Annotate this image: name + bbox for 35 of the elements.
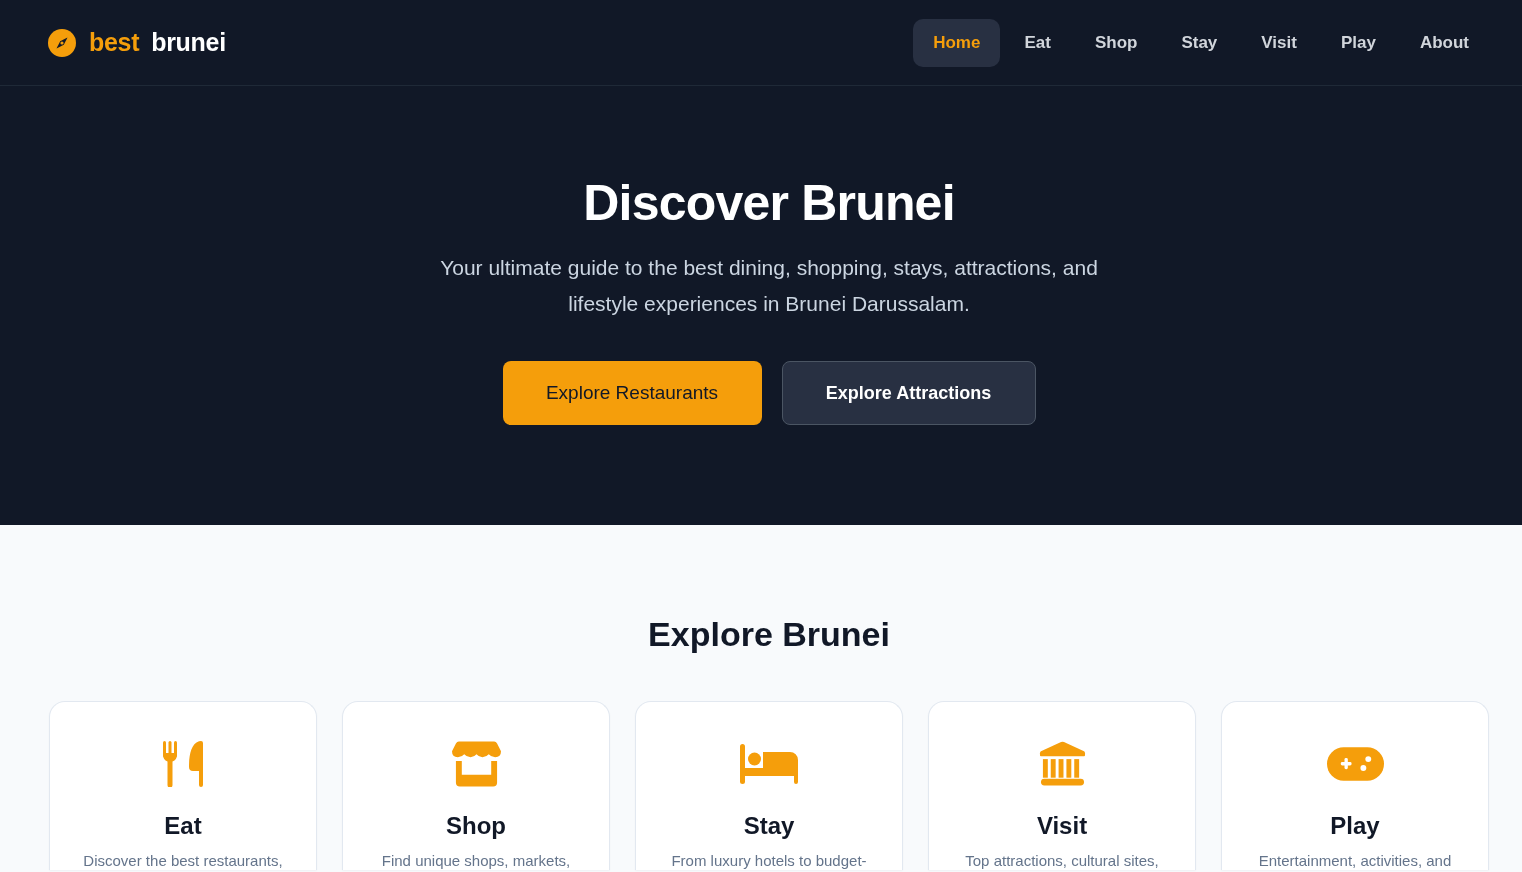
storefront-icon	[451, 741, 501, 787]
explore-restaurants-button[interactable]: Explore Restaurants	[502, 361, 762, 425]
hero-title: Discover Brunei	[583, 174, 955, 233]
category-card[interactable]: Visit Top attractions, cultural sites,	[928, 701, 1196, 870]
card-title: Play	[1330, 811, 1380, 841]
hero-subtitle: Your ultimate guide to the best dining, shopping, stays, attractions, and lifestyle experiences in Brunei Darussalam.	[439, 255, 1099, 317]
nav-link[interactable]: Shop	[1074, 18, 1158, 67]
card-description: Entertainment, activities, and	[1258, 852, 1452, 870]
card-description: From luxury hotels to budget-	[671, 852, 867, 870]
card-description: Top attractions, cultural sites,	[965, 852, 1159, 870]
nav-link[interactable]: Play	[1320, 18, 1396, 67]
card-title: Shop	[446, 811, 506, 841]
card-description: Discover the best restaurants,	[83, 852, 283, 870]
card-title: Stay	[743, 811, 795, 841]
card-description: Find unique shops, markets,	[381, 852, 571, 870]
nav-link[interactable]: Eat	[1004, 18, 1071, 67]
bed-icon	[740, 744, 798, 784]
gamepad-icon	[1326, 747, 1384, 781]
category-card[interactable]: Eat Discover the best restaurants,	[49, 701, 317, 870]
category-card[interactable]: Stay From luxury hotels to budget-	[635, 701, 903, 870]
fork-knife-icon	[163, 741, 203, 787]
logo-name[interactable]: brunei	[151, 28, 226, 57]
nav-link[interactable]: Home	[913, 18, 1001, 67]
explore-attractions-button[interactable]: Explore Attractions	[781, 361, 1036, 425]
section-title: Explore Brunei	[648, 614, 890, 654]
columned-building-icon	[1038, 741, 1086, 787]
compass-logo-icon	[48, 28, 76, 57]
card-title: Eat	[164, 811, 202, 841]
nav-link[interactable]: Visit	[1241, 18, 1317, 67]
nav-link[interactable]: About	[1399, 18, 1489, 67]
card-title: Visit	[1036, 811, 1088, 841]
category-card[interactable]: Play Entertainment, activities, and	[1221, 701, 1489, 870]
category-card[interactable]: Shop Find unique shops, markets,	[342, 701, 610, 870]
nav-link[interactable]: Stay	[1161, 18, 1238, 67]
logo-prefix[interactable]: best	[89, 28, 140, 57]
